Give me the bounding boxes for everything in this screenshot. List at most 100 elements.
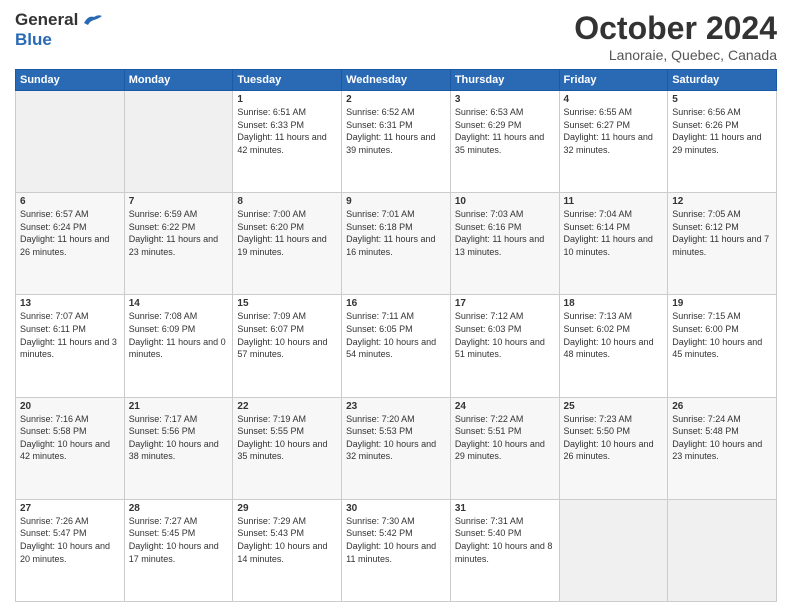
calendar-cell: 13Sunrise: 7:07 AM Sunset: 6:11 PM Dayli… (16, 295, 125, 397)
day-number: 5 (672, 94, 772, 105)
day-number: 28 (129, 503, 229, 514)
weekday-header-friday: Friday (559, 70, 668, 91)
calendar-cell: 9Sunrise: 7:01 AM Sunset: 6:18 PM Daylig… (342, 193, 451, 295)
day-info: Sunrise: 7:05 AM Sunset: 6:12 PM Dayligh… (672, 208, 772, 258)
day-info: Sunrise: 7:12 AM Sunset: 6:03 PM Dayligh… (455, 310, 555, 360)
calendar-cell: 25Sunrise: 7:23 AM Sunset: 5:50 PM Dayli… (559, 397, 668, 499)
calendar-week-row: 13Sunrise: 7:07 AM Sunset: 6:11 PM Dayli… (16, 295, 777, 397)
calendar-cell: 1Sunrise: 6:51 AM Sunset: 6:33 PM Daylig… (233, 91, 342, 193)
calendar-cell: 7Sunrise: 6:59 AM Sunset: 6:22 PM Daylig… (124, 193, 233, 295)
calendar-cell: 3Sunrise: 6:53 AM Sunset: 6:29 PM Daylig… (450, 91, 559, 193)
calendar-table: SundayMondayTuesdayWednesdayThursdayFrid… (15, 69, 777, 602)
calendar-cell: 21Sunrise: 7:17 AM Sunset: 5:56 PM Dayli… (124, 397, 233, 499)
weekday-header-sunday: Sunday (16, 70, 125, 91)
calendar-week-row: 20Sunrise: 7:16 AM Sunset: 5:58 PM Dayli… (16, 397, 777, 499)
day-number: 24 (455, 401, 555, 412)
day-info: Sunrise: 7:07 AM Sunset: 6:11 PM Dayligh… (20, 310, 120, 360)
day-info: Sunrise: 7:31 AM Sunset: 5:40 PM Dayligh… (455, 515, 555, 565)
day-number: 17 (455, 298, 555, 309)
calendar-cell: 8Sunrise: 7:00 AM Sunset: 6:20 PM Daylig… (233, 193, 342, 295)
day-number: 31 (455, 503, 555, 514)
calendar-cell: 28Sunrise: 7:27 AM Sunset: 5:45 PM Dayli… (124, 499, 233, 601)
day-info: Sunrise: 7:09 AM Sunset: 6:07 PM Dayligh… (237, 310, 337, 360)
day-info: Sunrise: 7:13 AM Sunset: 6:02 PM Dayligh… (564, 310, 664, 360)
day-info: Sunrise: 7:04 AM Sunset: 6:14 PM Dayligh… (564, 208, 664, 258)
day-info: Sunrise: 7:19 AM Sunset: 5:55 PM Dayligh… (237, 413, 337, 463)
day-number: 13 (20, 298, 120, 309)
day-info: Sunrise: 6:59 AM Sunset: 6:22 PM Dayligh… (129, 208, 229, 258)
calendar-cell: 14Sunrise: 7:08 AM Sunset: 6:09 PM Dayli… (124, 295, 233, 397)
calendar-cell: 11Sunrise: 7:04 AM Sunset: 6:14 PM Dayli… (559, 193, 668, 295)
header: General Blue October 2024 Lanoraie, Queb… (15, 10, 777, 63)
day-info: Sunrise: 7:00 AM Sunset: 6:20 PM Dayligh… (237, 208, 337, 258)
day-number: 29 (237, 503, 337, 514)
calendar-cell: 5Sunrise: 6:56 AM Sunset: 6:26 PM Daylig… (668, 91, 777, 193)
logo-general: General (15, 10, 78, 30)
calendar-cell: 4Sunrise: 6:55 AM Sunset: 6:27 PM Daylig… (559, 91, 668, 193)
day-number: 3 (455, 94, 555, 105)
day-info: Sunrise: 6:51 AM Sunset: 6:33 PM Dayligh… (237, 106, 337, 156)
day-number: 23 (346, 401, 446, 412)
calendar-cell (16, 91, 125, 193)
calendar-header-row: SundayMondayTuesdayWednesdayThursdayFrid… (16, 70, 777, 91)
day-number: 18 (564, 298, 664, 309)
calendar-cell: 17Sunrise: 7:12 AM Sunset: 6:03 PM Dayli… (450, 295, 559, 397)
calendar-cell: 15Sunrise: 7:09 AM Sunset: 6:07 PM Dayli… (233, 295, 342, 397)
day-info: Sunrise: 7:23 AM Sunset: 5:50 PM Dayligh… (564, 413, 664, 463)
day-info: Sunrise: 7:29 AM Sunset: 5:43 PM Dayligh… (237, 515, 337, 565)
calendar-cell: 19Sunrise: 7:15 AM Sunset: 6:00 PM Dayli… (668, 295, 777, 397)
day-number: 6 (20, 196, 120, 207)
page: General Blue October 2024 Lanoraie, Queb… (0, 0, 792, 612)
calendar-cell (124, 91, 233, 193)
calendar-week-row: 6Sunrise: 6:57 AM Sunset: 6:24 PM Daylig… (16, 193, 777, 295)
calendar-cell: 22Sunrise: 7:19 AM Sunset: 5:55 PM Dayli… (233, 397, 342, 499)
calendar-week-row: 1Sunrise: 6:51 AM Sunset: 6:33 PM Daylig… (16, 91, 777, 193)
day-number: 20 (20, 401, 120, 412)
day-number: 1 (237, 94, 337, 105)
day-info: Sunrise: 7:22 AM Sunset: 5:51 PM Dayligh… (455, 413, 555, 463)
calendar-cell: 30Sunrise: 7:30 AM Sunset: 5:42 PM Dayli… (342, 499, 451, 601)
calendar-cell: 29Sunrise: 7:29 AM Sunset: 5:43 PM Dayli… (233, 499, 342, 601)
day-info: Sunrise: 7:26 AM Sunset: 5:47 PM Dayligh… (20, 515, 120, 565)
calendar-cell: 31Sunrise: 7:31 AM Sunset: 5:40 PM Dayli… (450, 499, 559, 601)
calendar-cell: 10Sunrise: 7:03 AM Sunset: 6:16 PM Dayli… (450, 193, 559, 295)
month-title: October 2024 (574, 10, 777, 47)
weekday-header-monday: Monday (124, 70, 233, 91)
day-number: 25 (564, 401, 664, 412)
day-number: 12 (672, 196, 772, 207)
calendar-cell: 27Sunrise: 7:26 AM Sunset: 5:47 PM Dayli… (16, 499, 125, 601)
calendar-cell (559, 499, 668, 601)
weekday-header-saturday: Saturday (668, 70, 777, 91)
calendar-cell: 20Sunrise: 7:16 AM Sunset: 5:58 PM Dayli… (16, 397, 125, 499)
day-info: Sunrise: 7:11 AM Sunset: 6:05 PM Dayligh… (346, 310, 446, 360)
calendar-cell: 26Sunrise: 7:24 AM Sunset: 5:48 PM Dayli… (668, 397, 777, 499)
day-info: Sunrise: 7:24 AM Sunset: 5:48 PM Dayligh… (672, 413, 772, 463)
day-number: 16 (346, 298, 446, 309)
day-number: 4 (564, 94, 664, 105)
logo: General Blue (15, 10, 104, 50)
day-info: Sunrise: 7:03 AM Sunset: 6:16 PM Dayligh… (455, 208, 555, 258)
logo-blue: Blue (15, 30, 52, 49)
calendar-cell (668, 499, 777, 601)
calendar-cell: 16Sunrise: 7:11 AM Sunset: 6:05 PM Dayli… (342, 295, 451, 397)
day-info: Sunrise: 6:56 AM Sunset: 6:26 PM Dayligh… (672, 106, 772, 156)
day-number: 15 (237, 298, 337, 309)
weekday-header-wednesday: Wednesday (342, 70, 451, 91)
day-info: Sunrise: 6:53 AM Sunset: 6:29 PM Dayligh… (455, 106, 555, 156)
day-number: 11 (564, 196, 664, 207)
day-number: 10 (455, 196, 555, 207)
calendar-cell: 6Sunrise: 6:57 AM Sunset: 6:24 PM Daylig… (16, 193, 125, 295)
weekday-header-tuesday: Tuesday (233, 70, 342, 91)
location: Lanoraie, Quebec, Canada (574, 47, 777, 63)
day-number: 30 (346, 503, 446, 514)
day-number: 2 (346, 94, 446, 105)
day-info: Sunrise: 7:30 AM Sunset: 5:42 PM Dayligh… (346, 515, 446, 565)
day-number: 9 (346, 196, 446, 207)
day-number: 14 (129, 298, 229, 309)
day-info: Sunrise: 6:55 AM Sunset: 6:27 PM Dayligh… (564, 106, 664, 156)
weekday-header-thursday: Thursday (450, 70, 559, 91)
day-number: 8 (237, 196, 337, 207)
day-info: Sunrise: 7:20 AM Sunset: 5:53 PM Dayligh… (346, 413, 446, 463)
day-info: Sunrise: 7:27 AM Sunset: 5:45 PM Dayligh… (129, 515, 229, 565)
day-info: Sunrise: 6:52 AM Sunset: 6:31 PM Dayligh… (346, 106, 446, 156)
